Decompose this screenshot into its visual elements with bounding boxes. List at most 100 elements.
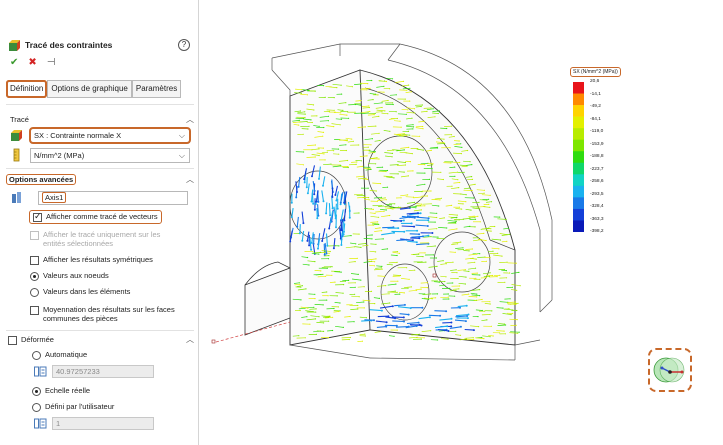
legend-value-label: -14,1 [590,91,601,97]
stress-vector-head [313,306,315,308]
stress-vector-head [383,85,385,87]
stress-vector-head [322,304,324,306]
model-3d-view[interactable] [200,0,723,445]
stress-vector-head [420,105,422,108]
automatic-scale-radio[interactable]: Automatique [32,350,87,360]
stress-vector-head [307,128,309,130]
stress-vector-head [328,320,330,322]
stress-component-select[interactable]: SX : Contrainte normale X ⌵ [29,127,191,144]
stress-vector-arrow [501,269,507,271]
ok-check-icon[interactable]: ✔ [10,57,18,68]
stress-vector-head [460,153,462,155]
stress-vector-head [385,209,387,211]
units-select[interactable]: N/mm^2 (MPa) ⌵ [30,148,190,163]
collapse-chevron-icon[interactable]: ︿ [186,334,194,345]
stress-vector-head [516,289,518,291]
stress-vector-head [331,207,334,210]
stress-vector-head [319,251,322,253]
average-results-checkbox[interactable]: Moyennation des résultats sur les faces … [30,305,190,323]
stress-vector-arrow [328,203,331,216]
stress-vector-arrow [408,336,418,339]
stress-vector-head [308,125,310,127]
stress-vector-head [356,161,358,163]
stress-vector-head [322,147,324,149]
stress-vector-head [419,212,422,215]
stress-vector-head [459,161,461,164]
stress-vector-head [304,113,306,115]
stress-vector-head [505,218,507,220]
stress-vector-head [509,298,511,300]
section-advanced-title[interactable]: Options avancées [6,174,77,185]
axis-selection-field[interactable]: Axis1 [38,191,188,205]
stress-vector-head [366,155,368,157]
show-vectors-checkbox[interactable]: Afficher comme tracé de vecteurs [29,210,162,224]
stress-vector-head [446,127,448,130]
stress-vector-head [289,240,292,243]
stress-vector-head [374,112,376,114]
graphics-viewport[interactable] [200,0,723,445]
help-icon[interactable]: ? [178,39,190,51]
stress-vector-head [411,153,413,155]
stress-vector-head [367,83,369,85]
cancel-x-icon[interactable]: ✖ [28,57,36,68]
stress-vector-head [483,338,485,340]
view-triad[interactable] [648,348,692,392]
stress-vector-head [427,234,430,237]
stress-vector-head [474,267,477,269]
stress-vector-head [375,258,377,260]
stress-vector-head [456,228,458,230]
stress-vector-arrow [374,331,381,333]
element-values-radio[interactable]: Valeurs dans les éléments [30,287,130,297]
stress-vector-head [416,229,419,232]
pin-icon[interactable]: ⊣ [47,57,56,68]
stress-vector-arrow [359,333,365,336]
checkbox-checked-icon [33,211,42,222]
stress-vector-head [335,226,337,229]
checkbox-icon [30,305,39,315]
stress-vector-head [348,216,351,219]
node-values-radio[interactable]: Valeurs aux noeuds [30,271,109,281]
stress-vector-head [436,146,438,148]
tab-chart-options[interactable]: Options de graphique [47,80,132,98]
stress-vector-arrow [485,230,492,232]
stress-vector-head [370,168,372,170]
collapse-chevron-icon[interactable]: ︿ [186,174,194,185]
stress-vector-head [505,324,507,326]
stress-vector-head [330,86,332,88]
stress-vector-head [332,247,335,250]
stress-vector-head [326,291,328,293]
stress-vector-head [489,303,491,305]
stress-vector-head [396,261,398,263]
show-vectors-label: Afficher comme tracé de vecteurs [46,212,158,221]
stress-vector-head [397,280,399,282]
stress-vector-head [392,102,394,104]
stress-vector-head [399,120,401,122]
stress-vector-head [321,240,324,242]
stress-vector-head [340,84,342,86]
stress-vector-head [316,115,318,117]
stress-vector-head [339,310,341,312]
stress-vector-head [323,153,325,155]
stress-vector-head [518,271,520,273]
stress-vector-head [421,306,424,309]
true-scale-radio[interactable]: Echelle réelle [32,386,90,396]
symmetric-results-checkbox[interactable]: Afficher les résultats symétriques [30,255,153,265]
stress-vector-head [498,332,501,334]
stress-vector-head [373,319,375,322]
stress-vector-head [400,126,402,128]
tab-settings[interactable]: Paramètres [131,80,182,98]
stress-vector-head [363,286,365,288]
deformed-checkbox[interactable]: Déformée [8,335,54,345]
stress-vector-head [314,298,316,300]
stress-vector-head [479,295,481,297]
stress-vector-head [351,304,353,306]
user-defined-scale-radio[interactable]: Défini par l'utilisateur [32,402,114,412]
stress-vector-head [386,186,389,188]
stress-vector-arrow [415,106,422,108]
tab-definition[interactable]: Définition [6,80,48,98]
stress-vector-head [406,89,408,91]
stress-vector-head [476,206,478,208]
stress-vector-head [345,102,347,104]
stress-vector-head [475,258,477,260]
collapse-chevron-icon[interactable]: ︿ [186,114,194,125]
